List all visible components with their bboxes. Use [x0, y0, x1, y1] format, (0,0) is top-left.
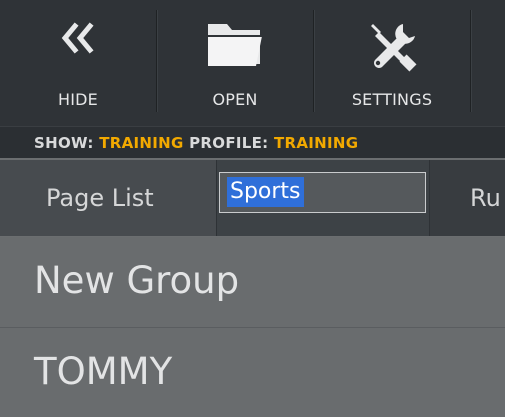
tab-page-list[interactable]: Page List [0, 160, 216, 236]
tab-ru[interactable]: Ru [430, 160, 505, 236]
tab-sports[interactable]: Sports [217, 160, 429, 236]
selected-text: Sports [227, 177, 304, 207]
folder-icon [205, 18, 265, 74]
settings-label: SETTINGS [351, 90, 433, 109]
open-label: OPEN [212, 90, 258, 109]
show-value: TRAINING [99, 134, 184, 152]
double-chevron-left-icon [58, 18, 98, 62]
toolbar: HIDE OPEN SETTINGS [0, 0, 505, 126]
settings-button[interactable]: SETTINGS [314, 0, 470, 126]
tab-bar: Page List Sports Ru [0, 160, 505, 236]
wrench-screwdriver-icon [363, 18, 421, 80]
tab-rename-input[interactable]: Sports [219, 172, 426, 213]
list-item[interactable]: New Group [0, 237, 505, 327]
hide-button[interactable]: HIDE [0, 0, 156, 126]
tab-page-list-label: Page List [46, 184, 154, 212]
show-profile-bar: SHOW: TRAINING PROFILE: TRAINING [0, 126, 505, 158]
profile-value: TRAINING [274, 134, 359, 152]
show-prefix: SHOW: [34, 134, 94, 152]
profile-prefix: PROFILE: [189, 134, 269, 152]
toolbar-divider [470, 10, 471, 112]
list-item-label: New Group [34, 259, 240, 302]
open-button[interactable]: OPEN [157, 0, 313, 126]
list-item-label: TOMMY [34, 350, 173, 393]
hide-label: HIDE [58, 90, 98, 109]
tab-ru-label: Ru [470, 184, 501, 212]
list-item[interactable]: TOMMY [0, 328, 505, 417]
